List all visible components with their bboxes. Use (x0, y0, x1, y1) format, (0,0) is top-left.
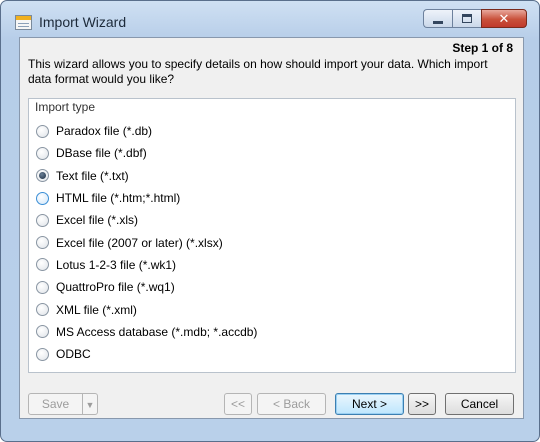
radio-button[interactable] (36, 146, 49, 160)
cancel-button[interactable]: Cancel (445, 393, 514, 415)
import-type-options: Paradox file (*.db) DBase file (*.dbf) Tex… (36, 120, 257, 365)
import-type-option[interactable]: HTML file (*.htm;*.html) (36, 187, 257, 209)
save-split-button: Save ▼ (28, 393, 98, 415)
radio-button[interactable] (36, 258, 49, 272)
option-label: MS Access database (*.mdb; *.accdb) (56, 324, 258, 339)
import-type-option[interactable]: MS Access database (*.mdb; *.accdb) (36, 321, 257, 343)
import-type-label: Import type (35, 100, 96, 114)
next-button[interactable]: Next > (335, 393, 404, 415)
option-label: Excel file (*.xls) (56, 213, 139, 228)
option-label: QuattroPro file (*.wq1) (56, 280, 175, 295)
import-type-option[interactable]: ODBC (36, 343, 257, 365)
wizard-body: Step 1 of 8 This wizard allows you to sp… (19, 37, 524, 419)
minimize-button[interactable] (423, 9, 452, 28)
option-label: Excel file (2007 or later) (*.xlsx) (56, 235, 223, 250)
first-step-button[interactable]: << (224, 393, 252, 415)
window-title: Import Wizard (39, 14, 127, 30)
option-label: DBase file (*.dbf) (56, 146, 147, 161)
maximize-icon (462, 14, 472, 23)
import-wizard-window: Import Wizard ✕ Step 1 of 8 This wizard … (0, 0, 540, 442)
import-type-option[interactable]: Lotus 1-2-3 file (*.wk1) (36, 254, 257, 276)
close-icon: ✕ (498, 11, 510, 26)
radio-button[interactable] (36, 303, 49, 317)
radio-button[interactable] (36, 280, 49, 294)
import-type-option[interactable]: Excel file (*.xls) (36, 209, 257, 231)
minimize-icon (433, 21, 443, 24)
import-type-option[interactable]: Excel file (2007 or later) (*.xlsx) (36, 231, 257, 253)
radio-button[interactable] (36, 325, 49, 339)
option-label: ODBC (56, 347, 91, 362)
import-type-option[interactable]: QuattroPro file (*.wq1) (36, 276, 257, 298)
close-button[interactable]: ✕ (481, 9, 527, 28)
last-step-button[interactable]: >> (408, 393, 436, 415)
option-label: XML file (*.xml) (56, 302, 137, 317)
import-type-option[interactable]: Text file (*.txt) (36, 165, 257, 187)
import-type-option[interactable]: Paradox file (*.db) (36, 120, 257, 142)
option-label: Paradox file (*.db) (56, 124, 153, 139)
chevron-down-icon: ▼ (85, 400, 95, 410)
maximize-button[interactable] (452, 9, 481, 28)
option-label: HTML file (*.htm;*.html) (56, 191, 181, 206)
import-type-group: Import type Paradox file (*.db) DBase fil… (28, 98, 516, 373)
step-indicator: Step 1 of 8 (452, 41, 513, 55)
back-button[interactable]: < Back (257, 393, 326, 415)
radio-button[interactable] (36, 191, 49, 205)
radio-selected-dot (39, 172, 46, 180)
radio-button[interactable] (36, 347, 49, 361)
radio-button[interactable] (36, 124, 49, 138)
save-button[interactable]: Save (28, 393, 83, 415)
import-type-option[interactable]: XML file (*.xml) (36, 298, 257, 320)
import-type-option[interactable]: DBase file (*.dbf) (36, 142, 257, 164)
option-label: Lotus 1-2-3 file (*.wk1) (56, 257, 177, 272)
title-bar[interactable]: Import Wizard ✕ (1, 1, 539, 37)
intro-text: This wizard allows you to specify detail… (28, 57, 488, 86)
radio-button[interactable] (36, 236, 49, 250)
window-controls: ✕ (423, 9, 527, 28)
save-dropdown-button[interactable]: ▼ (82, 393, 98, 415)
radio-button[interactable] (36, 213, 49, 227)
wizard-app-icon (15, 15, 32, 30)
option-label: Text file (*.txt) (56, 168, 129, 183)
button-bar: Save ▼ << < Back Next > >> Cancel (20, 385, 523, 418)
radio-button[interactable] (36, 169, 49, 183)
